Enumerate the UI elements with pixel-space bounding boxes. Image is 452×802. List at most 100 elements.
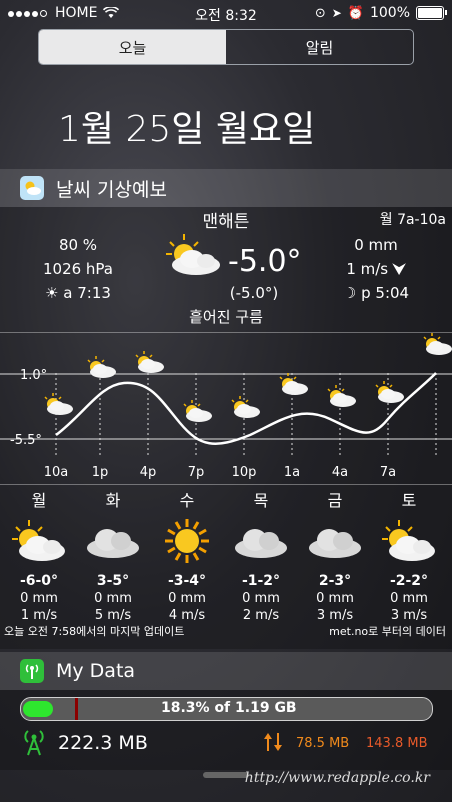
partly-cloudy-icon (85, 355, 117, 383)
sunrise-row: ☀ a 7:13 (28, 284, 128, 302)
chart-hour-label: 4a (332, 465, 348, 480)
day-wind: 1 m/s (4, 608, 74, 623)
status-right: ⊙ ➤ ⏰ 100% (315, 5, 444, 21)
chart-hour-label: 7p (188, 465, 205, 480)
sunset-row: ☽ p 5:04 (326, 284, 426, 302)
sunrise-icon: ☀ (45, 284, 58, 302)
mydata-widget-title: My Data (56, 660, 135, 682)
day-precipitation: 0 mm (78, 591, 148, 606)
alarm-icon: ⏰ (348, 6, 364, 21)
partly-cloudy-icon (181, 399, 213, 427)
forecast-day: 금 2-3° 0 mm 3 m/s (300, 487, 370, 623)
day-name: 금 (300, 487, 370, 511)
chart-hour-label: 10p (232, 465, 257, 480)
partly-cloudy-icon (229, 395, 261, 423)
status-bar: HOME 오전 8:32 ⊙ ➤ ⏰ 100% (0, 0, 452, 26)
partly-cloudy-icon (277, 372, 309, 400)
data-source[interactable]: met.no로 부터의 데이터 (329, 623, 446, 639)
wind-row: 1 m/s ⮟ (326, 260, 426, 278)
moon-icon: ☽ (343, 284, 356, 302)
day-temperature: -2-2° (374, 573, 444, 589)
upload-usage: 78.5 MB (296, 736, 349, 751)
partly-cloudy-icon (421, 332, 452, 360)
rotation-lock-icon: ⊙ (315, 6, 326, 21)
forecast-day: 토-2-2°0 mm3 m/s (374, 487, 444, 623)
partly-cloudy-icon (133, 350, 165, 378)
download-usage: 143.8 MB (366, 736, 427, 751)
cellular-tower-icon (22, 728, 46, 756)
sunset-time: p 5:04 (361, 284, 409, 302)
chart-hour-label: 7a (380, 465, 396, 480)
day-name: 목 (226, 487, 296, 511)
forecast-day: 월 -6-0° 0 mm 1 m/s (4, 487, 74, 623)
day-precipitation: 0 mm (300, 591, 370, 606)
day-wind: 3 m/s (300, 608, 370, 623)
wind-speed: 1 m/s (346, 260, 388, 278)
day-name: 수 (152, 487, 222, 511)
weather-widget-header[interactable]: 날씨 기상예보 (0, 169, 452, 207)
weather-widget-title: 날씨 기상예보 (56, 175, 167, 202)
forecast-day: 수-3-4°0 mm4 m/s (152, 487, 222, 623)
day-precipitation: 0 mm (4, 591, 74, 606)
cloud-icon (78, 513, 148, 569)
battery-icon (416, 6, 444, 20)
battery-percent: 100% (370, 5, 410, 21)
day-wind: 2 m/s (226, 608, 296, 623)
day-temperature: 2-3° (300, 573, 370, 589)
current-temperature: -5.0° (228, 244, 302, 279)
wind-direction-icon: ⮟ (393, 260, 406, 278)
sun-icon (152, 513, 222, 569)
chart-hour-label: 1p (92, 465, 109, 480)
precipitation: 0 mm (326, 236, 426, 254)
last-updated: 오늘 오전 7:58에서의 마지막 업데이트 (4, 623, 184, 639)
day-name: 화 (78, 487, 148, 511)
cellular-usage: 222.3 MB (58, 732, 148, 754)
day-temperature: -6-0° (4, 573, 74, 589)
forecast-day: 목 -1-2° 0 mm 2 m/s (226, 487, 296, 623)
day-name: 월 (4, 487, 74, 511)
weather-app-icon (20, 176, 44, 200)
cloud-icon (300, 513, 370, 569)
chart-hour-label: 1a (284, 465, 300, 480)
tab-today[interactable]: 오늘 (39, 30, 226, 64)
chart-hour-label: 4p (140, 465, 157, 480)
date-heading: 1월 25일 월요일 (58, 100, 315, 152)
pressure: 1026 hPa (28, 260, 128, 278)
up-down-arrows-icon (262, 731, 284, 753)
chart-bottom-divider (0, 484, 452, 485)
location-icon: ➤ (332, 6, 342, 20)
watermark: http://www.redapple.co.kr (245, 770, 430, 786)
day-temperature: -3-4° (152, 573, 222, 589)
feels-like: (-5.0°) (204, 284, 304, 302)
chart-hour-label: 10a (44, 465, 69, 480)
chart-max-label: 1.0° (20, 368, 47, 383)
partly-cloudy-icon (164, 232, 224, 278)
sunrise-time: a 7:13 (63, 284, 111, 302)
partly-cloudy-icon (373, 380, 405, 408)
day-wind: 4 m/s (152, 608, 222, 623)
condition: 흩어진 구름 (126, 306, 326, 327)
humidity: 80 % (28, 236, 128, 254)
day-wind: 5 m/s (78, 608, 148, 623)
segmented-control: 오늘 알림 (38, 29, 414, 65)
partly-cloudy-icon (374, 513, 444, 569)
day-temperature: 3-5° (78, 573, 148, 589)
partly-cloudy-icon (42, 392, 74, 420)
day-precipitation: 0 mm (374, 591, 444, 606)
cloud-icon (226, 513, 296, 569)
mydata-widget-header[interactable]: My Data (0, 652, 452, 690)
tab-notifications[interactable]: 알림 (226, 30, 413, 64)
chart-min-label: -5.5° (10, 433, 42, 448)
data-usage-bar: 18.3% of 1.19 GB (20, 697, 433, 721)
day-temperature: -1-2° (226, 573, 296, 589)
partly-cloudy-icon (4, 513, 74, 569)
day-precipitation: 0 mm (226, 591, 296, 606)
data-usage-fill (23, 701, 53, 717)
partly-cloudy-icon (325, 384, 357, 412)
data-usage-marker (75, 698, 78, 720)
pull-up-handle[interactable] (203, 772, 249, 778)
forecast-day: 화 3-5° 0 mm 5 m/s (78, 487, 148, 623)
forecast-period: 월 7a-10a (380, 209, 446, 229)
mydata-app-icon (20, 659, 44, 683)
data-usage-label: 18.3% of 1.19 GB (161, 700, 297, 716)
